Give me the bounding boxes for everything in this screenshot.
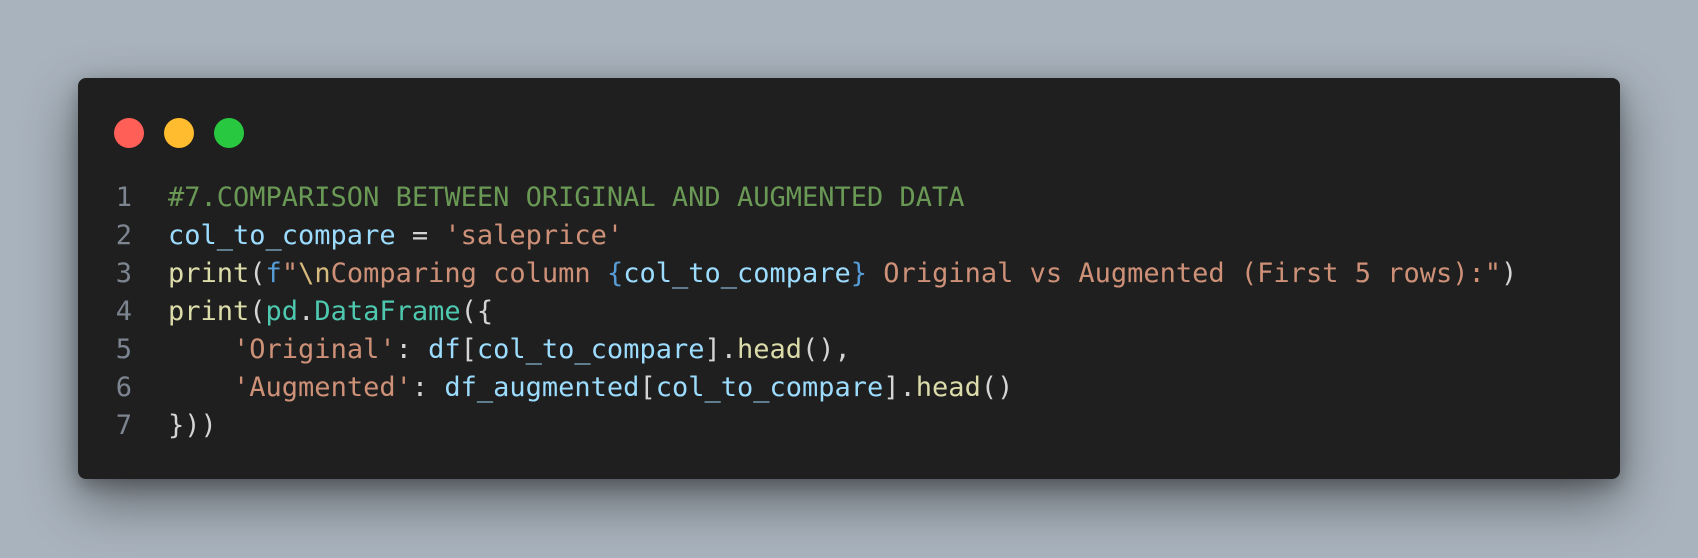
code-token: print <box>168 258 250 289</box>
code-token: ]. <box>704 334 737 365</box>
code-token: col_to_compare <box>623 258 851 289</box>
code-token: : <box>411 372 445 403</box>
code-token: 'Original' <box>233 334 396 365</box>
code-token: head <box>915 372 981 403</box>
code-token: col_to_compare <box>476 334 705 365</box>
minimize-button[interactable] <box>164 118 194 148</box>
code-token: #7.COMPARISON BETWEEN ORIGINAL AND AUGME… <box>168 182 965 213</box>
line-number: 2 <box>115 220 132 251</box>
code-line: 7})) <box>78 407 1620 445</box>
code-token: col_to_compare <box>655 372 884 403</box>
code-token: col_to_compare <box>168 220 396 251</box>
code-text: 'Original': df[col_to_compare].head(), <box>132 331 851 369</box>
code-token: (), <box>802 334 851 365</box>
code-token: \n <box>298 258 331 289</box>
code-token: ( <box>249 258 266 289</box>
code-text: #7.COMPARISON BETWEEN ORIGINAL AND AUGME… <box>132 179 965 217</box>
code-line: 3 print(f"\nComparing column {col_to_comp… <box>78 255 1620 293</box>
line-number: 1 <box>115 182 132 213</box>
code-text: print(f"\nComparing column {col_to_compa… <box>132 255 1517 293</box>
code-token: = <box>395 220 445 251</box>
code-token: " <box>281 258 299 289</box>
code-token: f <box>265 258 282 289</box>
line-number: 4 <box>115 296 132 327</box>
line-number: 3 <box>115 258 132 289</box>
code-text: col_to_compare = 'saleprice' <box>132 217 623 255</box>
code-token: df_augmented <box>444 372 640 403</box>
code-token: ( <box>249 296 266 327</box>
code-token: () <box>980 372 1014 403</box>
code-text: print(pd.DataFrame({ <box>132 293 493 331</box>
code-token: print <box>168 296 250 327</box>
close-button[interactable] <box>114 118 144 148</box>
code-line: 4 print(pd.DataFrame({ <box>78 293 1620 331</box>
code-text: })) <box>132 407 217 445</box>
code-token: [ <box>460 334 477 365</box>
code-token: ) <box>1501 258 1518 289</box>
line-number: 6 <box>115 372 132 403</box>
code-token: { <box>606 258 624 289</box>
maximize-button[interactable] <box>214 118 244 148</box>
code-token: Original vs Augmented (First 5 rows):" <box>867 258 1502 289</box>
line-number: 5 <box>115 334 132 365</box>
code-token: ({ <box>460 296 494 327</box>
code-line: 2 col_to_compare = 'saleprice' <box>78 217 1620 255</box>
code-block: 1 #7.COMPARISON BETWEEN ORIGINAL AND AUGM… <box>78 179 1620 445</box>
code-token: })) <box>168 410 217 441</box>
code-token: } <box>850 258 868 289</box>
code-token: [ <box>639 372 656 403</box>
code-token: df <box>428 334 461 365</box>
code-token: : <box>395 334 429 365</box>
code-window: 1 #7.COMPARISON BETWEEN ORIGINAL AND AUGM… <box>78 78 1620 479</box>
code-text: 'Augmented': df_augmented[col_to_compare… <box>132 369 1013 407</box>
code-line: 1 #7.COMPARISON BETWEEN ORIGINAL AND AUGM… <box>78 179 1620 217</box>
code-line: 6 'Augmented': df_augmented[col_to_compa… <box>78 369 1620 407</box>
code-token: head <box>736 334 803 365</box>
code-token: pd <box>265 296 299 327</box>
code-token: 'Augmented' <box>233 372 412 403</box>
code-token: Comparing column <box>330 258 607 289</box>
code-line: 5 'Original': df[col_to_compare].head(), <box>78 331 1620 369</box>
code-token: DataFrame <box>314 296 461 327</box>
line-number: 7 <box>115 410 132 441</box>
code-token: . <box>298 296 315 327</box>
window-controls <box>114 118 244 148</box>
code-token: 'saleprice' <box>444 220 624 251</box>
code-token: ]. <box>883 372 916 403</box>
